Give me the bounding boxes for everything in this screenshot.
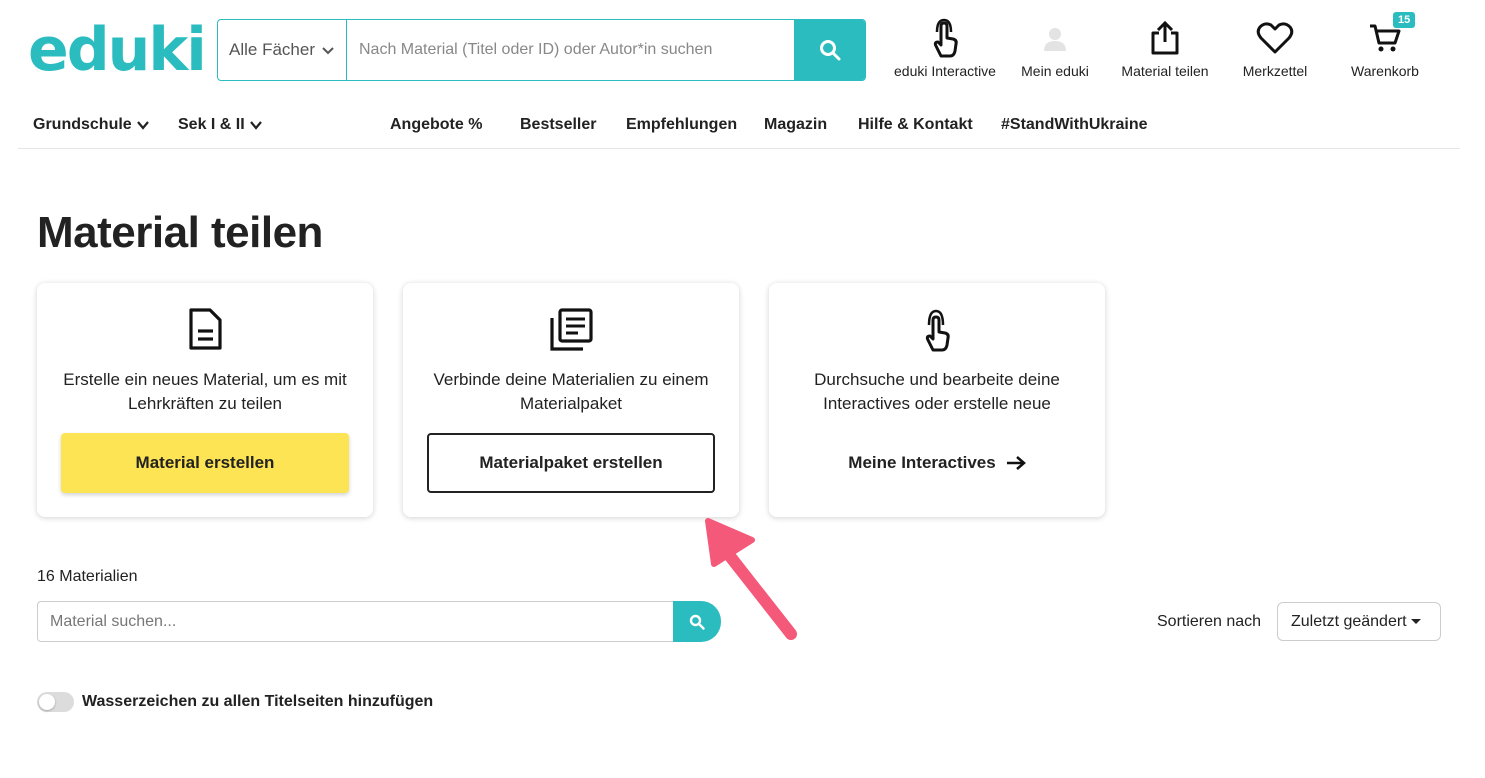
material-teilen-link[interactable]: Material teilen	[1110, 18, 1220, 79]
logo-text: eduki	[28, 15, 207, 85]
sort-label: Sortieren nach	[1157, 613, 1262, 630]
watermark-toggle[interactable]	[37, 692, 74, 712]
nav-magazin[interactable]: Magazin	[764, 116, 827, 134]
sort-select[interactable]: Zuletzt geändert	[1277, 602, 1441, 641]
material-search-button[interactable]	[673, 601, 721, 642]
toggle-knob	[39, 694, 55, 710]
hand-pointer-icon	[933, 18, 958, 58]
page-title: Material teilen	[37, 208, 323, 257]
header-divider	[18, 148, 1460, 149]
merkzettel-label: Merkzettel	[1242, 63, 1308, 79]
warenkorb-label: Warenkorb	[1351, 63, 1419, 79]
sort-select-value: Zuletzt geändert	[1291, 612, 1407, 630]
materials-count: 16 Materialien	[37, 568, 138, 585]
main-nav: Grundschule Sek I & II Angebote % Bestse…	[0, 116, 1460, 140]
category-select[interactable]: Alle Fächer	[218, 20, 347, 80]
document-icon	[189, 308, 222, 350]
header-icon-nav: eduki Interactive Mein eduki Material te…	[890, 12, 1440, 79]
card-interactives: Durchsuche und bearbeite deine Interacti…	[769, 283, 1105, 517]
nav-sek-label: Sek I & II	[178, 116, 245, 133]
arrow-right-icon	[1006, 456, 1026, 470]
nav-grundschule[interactable]: Grundschule	[33, 116, 150, 134]
card-materialpaket-text: Verbinde deine Materialien zu einem Mate…	[433, 370, 709, 413]
card-interactives-text: Durchsuche und bearbeite deine Interacti…	[814, 370, 1060, 413]
heart-icon	[1256, 22, 1294, 54]
merkzettel-link[interactable]: Merkzettel	[1220, 18, 1330, 79]
nav-bestseller[interactable]: Bestseller	[520, 116, 597, 134]
eduki-interactive-link[interactable]: eduki Interactive	[890, 18, 1000, 79]
material-erstellen-button[interactable]: Material erstellen	[61, 433, 349, 493]
category-select-label: Alle Fächer	[229, 40, 315, 59]
material-search-input[interactable]	[37, 601, 673, 642]
search-icon	[689, 614, 705, 630]
caret-down-icon	[1410, 618, 1421, 624]
hand-pointer-icon	[925, 309, 950, 352]
card-material-erstellen-text: Erstelle ein neues Material, um es mit L…	[63, 370, 347, 413]
eduki-logo[interactable]: eduki	[28, 20, 207, 80]
header-search-button[interactable]	[794, 20, 865, 80]
collection-icon	[550, 308, 593, 351]
materialpaket-erstellen-button[interactable]: Materialpaket erstellen	[427, 433, 715, 493]
share-upload-icon	[1151, 20, 1179, 55]
mein-eduki-label: Mein eduki	[1021, 63, 1089, 79]
header-search-input[interactable]	[347, 20, 794, 80]
nav-sek[interactable]: Sek I & II	[178, 116, 263, 134]
chevron-down-icon	[249, 121, 262, 130]
eduki-interactive-label: eduki Interactive	[894, 63, 996, 79]
material-search-bar	[37, 601, 721, 642]
chevron-down-icon	[322, 47, 334, 55]
nav-grundschule-label: Grundschule	[33, 116, 132, 133]
watermark-toggle-label: Wasserzeichen zu allen Titelseiten hinzu…	[82, 693, 434, 710]
nav-hilfe-kontakt[interactable]: Hilfe & Kontakt	[858, 116, 973, 134]
material-teilen-label: Material teilen	[1121, 63, 1209, 79]
warenkorb-link[interactable]: 15 Warenkorb	[1330, 12, 1440, 79]
chevron-down-icon	[136, 121, 149, 130]
mein-eduki-link[interactable]: Mein eduki	[1000, 18, 1110, 79]
nav-standwithukraine[interactable]: #StandWithUkraine	[1001, 116, 1148, 134]
meine-interactives-label: Meine Interactives	[848, 453, 996, 472]
cart-count-badge: 15	[1393, 12, 1416, 28]
card-material-erstellen: Erstelle ein neues Material, um es mit L…	[37, 283, 373, 517]
search-icon	[819, 40, 840, 61]
meine-interactives-link[interactable]: Meine Interactives	[793, 433, 1081, 493]
user-icon	[1044, 28, 1066, 51]
card-materialpaket-erstellen: Verbinde deine Materialien zu einem Mate…	[403, 283, 739, 517]
nav-angebote[interactable]: Angebote %	[390, 116, 482, 134]
header-search-bar: Alle Fächer	[217, 19, 866, 81]
nav-empfehlungen[interactable]: Empfehlungen	[626, 116, 737, 134]
